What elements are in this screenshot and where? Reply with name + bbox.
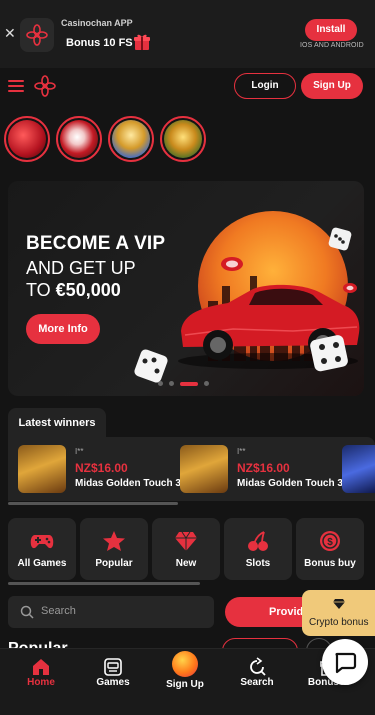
slider-dots <box>158 381 209 386</box>
home-icon <box>33 659 49 675</box>
nav-label: Search <box>240 677 274 688</box>
app-logo <box>20 18 54 52</box>
dice-icon <box>310 335 348 372</box>
flower-logo-icon <box>26 24 48 46</box>
latest-winners-strip: I** NZ$16.00 Midas Golden Touch 3 I** NZ… <box>8 437 375 501</box>
app-install-banner: ✕ Casinochan APP Bonus 10 FS Install IOS… <box>0 0 375 68</box>
story-temple[interactable] <box>160 116 206 162</box>
search-placeholder: Search <box>41 605 76 617</box>
star-icon <box>103 531 125 551</box>
nav-search[interactable]: Search <box>222 649 292 715</box>
crypto-bonus-button[interactable]: Crypto bonus <box>302 590 375 636</box>
nav-label: Games <box>96 677 130 688</box>
winner-amount: NZ$16.00 <box>75 461 128 475</box>
category-label: Popular <box>95 558 133 569</box>
winner-user: I** <box>237 447 246 456</box>
app-name: Casinochan APP <box>61 18 133 28</box>
winner-card[interactable]: I** NZ$16.00 Midas Golden Touch 3 <box>18 445 183 495</box>
winner-user: I** <box>75 447 84 456</box>
category-all-games[interactable]: All Games <box>8 518 76 580</box>
stories-row <box>4 116 206 164</box>
hero-subline: AND GET UP <box>26 258 136 278</box>
slot-machine-icon <box>104 658 122 676</box>
svg-text:$: $ <box>327 537 333 548</box>
nav-games[interactable]: Games <box>78 649 148 715</box>
search-icon <box>20 605 34 619</box>
winners-scrollbar[interactable] <box>8 502 178 505</box>
category-row: All Games Popular New Slots $ Bonus buy <box>8 518 364 580</box>
category-new[interactable]: New <box>152 518 220 580</box>
hero-headline: BECOME A VIP <box>26 233 166 254</box>
more-info-button[interactable]: More Info <box>26 314 100 344</box>
category-label: Bonus buy <box>304 558 356 569</box>
site-logo[interactable] <box>34 75 56 97</box>
story-gods[interactable] <box>108 116 154 162</box>
chat-icon <box>335 652 357 674</box>
category-label: All Games <box>17 558 67 569</box>
site-header: Login Sign Up <box>0 68 375 110</box>
search-input[interactable]: Search <box>8 596 214 628</box>
chip-icon <box>343 283 357 293</box>
cherry-icon <box>248 531 268 551</box>
nav-label: Home <box>27 677 55 688</box>
slider-dot[interactable] <box>158 381 163 386</box>
category-bonus-buy[interactable]: $ Bonus buy <box>296 518 364 580</box>
diamond-icon <box>175 531 197 551</box>
story-megaphone[interactable] <box>56 116 102 162</box>
signup-icon <box>172 651 198 677</box>
close-icon[interactable]: ✕ <box>4 26 16 40</box>
categories-scrollbar[interactable] <box>8 582 200 585</box>
slider-dot[interactable] <box>204 381 209 386</box>
latest-winners-tab[interactable]: Latest winners <box>8 408 106 438</box>
chat-button[interactable] <box>322 639 368 685</box>
signup-button[interactable]: Sign Up <box>301 73 363 99</box>
login-button[interactable]: Login <box>234 73 296 99</box>
game-thumbnail <box>180 445 228 493</box>
search-icon <box>250 657 266 676</box>
diamond-icon <box>333 599 345 609</box>
crypto-bonus-label: Crypto bonus <box>309 617 369 628</box>
hero-amount: €50,000 <box>55 280 121 300</box>
hero-banner[interactable]: BECOME A VIP AND GET UP TO €50,000 More … <box>8 181 364 396</box>
category-label: New <box>175 558 197 569</box>
winner-card[interactable]: I** NZ$16.00 Midas Golden Touch 3 <box>180 445 345 495</box>
category-label: Slots <box>245 558 271 569</box>
platforms-text: IOS AND ANDROID <box>300 42 364 49</box>
app-bonus-text: Bonus 10 FS <box>66 37 133 49</box>
category-slots[interactable]: Slots <box>224 518 292 580</box>
slider-dot-active[interactable] <box>180 381 198 386</box>
gamepad-icon <box>30 535 54 549</box>
game-thumbnail <box>18 445 66 493</box>
game-thumbnail[interactable] <box>342 445 375 493</box>
chip-icon <box>221 257 243 271</box>
winner-amount: NZ$16.00 <box>237 461 290 475</box>
winner-game: Midas Golden Touch 3 <box>237 478 343 489</box>
install-button[interactable]: Install <box>305 19 357 41</box>
slider-dot[interactable] <box>169 381 174 386</box>
coin-icon: $ <box>320 531 340 551</box>
category-popular[interactable]: Popular <box>80 518 148 580</box>
bottom-navigation: Home Games Sign Up Search Bonuses <box>0 648 375 715</box>
dice-icon <box>328 227 352 251</box>
dice-icon <box>134 349 168 383</box>
winner-game: Midas Golden Touch 3 <box>75 478 181 489</box>
gift-icon <box>134 34 150 50</box>
story-dice[interactable] <box>4 116 50 162</box>
menu-icon[interactable] <box>8 80 24 92</box>
nav-signup[interactable]: Sign Up <box>150 649 220 715</box>
hero-amount-prefix: TO <box>26 280 56 300</box>
nav-label: Sign Up <box>166 679 204 690</box>
hero-amount-line: TO €50,000 <box>26 280 121 301</box>
nav-home[interactable]: Home <box>6 649 76 715</box>
